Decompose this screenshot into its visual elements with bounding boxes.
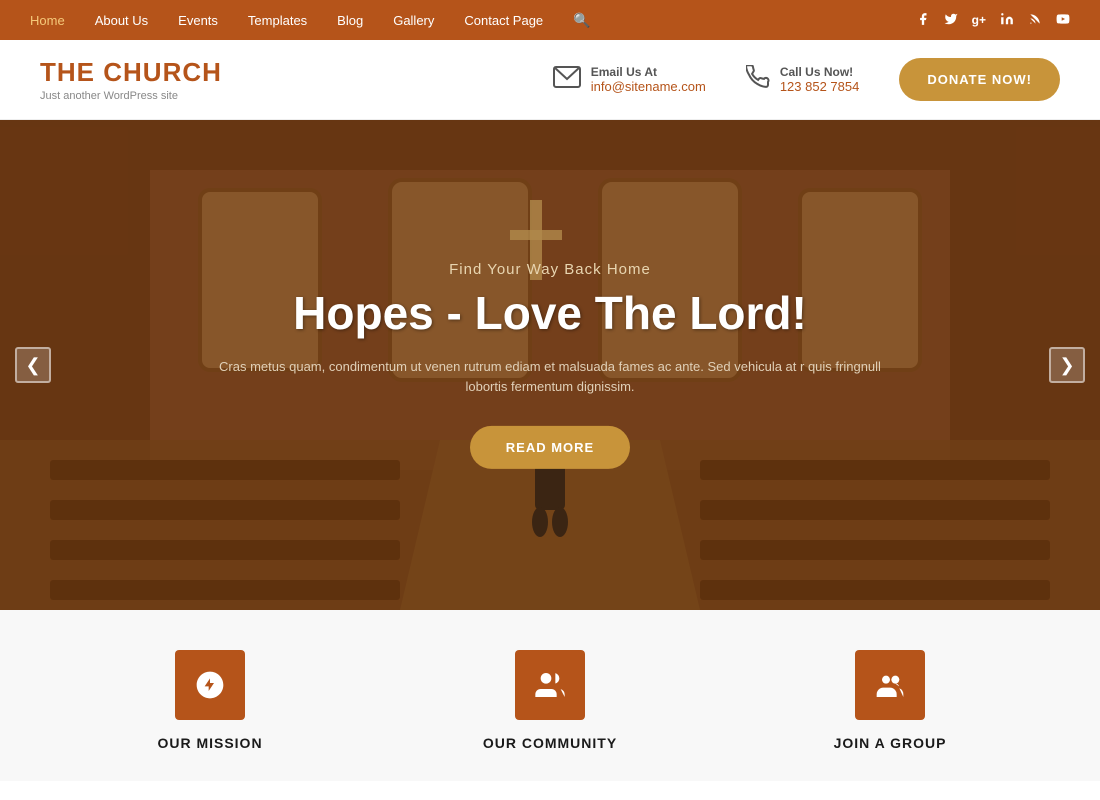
facebook-icon[interactable] <box>916 12 930 29</box>
email-icon <box>553 66 581 94</box>
nav-blog[interactable]: Blog <box>337 13 363 28</box>
read-more-button[interactable]: READ MORE <box>470 426 630 469</box>
nav-gallery[interactable]: Gallery <box>393 13 434 28</box>
nav-about[interactable]: About Us <box>95 13 148 28</box>
community-icon-box <box>515 650 585 720</box>
hero-next-arrow[interactable]: ❯ <box>1049 347 1085 383</box>
nav-links: Home About Us Events Templates Blog Gall… <box>30 12 591 29</box>
googleplus-icon[interactable]: g+ <box>972 13 986 27</box>
rss-icon[interactable] <box>1028 12 1042 29</box>
donate-button[interactable]: DONATE NOW! <box>899 58 1060 101</box>
group-icon <box>874 669 906 701</box>
site-header: THE CHURCH Just another WordPress site E… <box>0 40 1100 120</box>
hero-description: Cras metus quam, condimentum ut venen ru… <box>200 357 900 399</box>
feature-cards: OUR MISSION OUR COMMUNITY JOIN A GROUP <box>0 610 1100 781</box>
email-contact: Email Us At info@sitename.com <box>553 65 706 94</box>
email-info: Email Us At info@sitename.com <box>591 65 706 94</box>
hero-title: Hopes - Love The Lord! <box>200 288 900 339</box>
header-contact: Email Us At info@sitename.com Call Us No… <box>553 58 1060 101</box>
twitter-icon[interactable] <box>944 12 958 29</box>
group-title: JOIN A GROUP <box>834 735 947 751</box>
community-title: OUR COMMUNITY <box>483 735 617 751</box>
phone-contact: Call Us Now! 123 852 7854 <box>746 65 860 95</box>
nav-events[interactable]: Events <box>178 13 218 28</box>
nav-templates[interactable]: Templates <box>248 13 307 28</box>
nav-contact[interactable]: Contact Page <box>464 13 543 28</box>
logo-subtitle: Just another WordPress site <box>40 90 222 102</box>
hero-content: Find Your Way Back Home Hopes - Love The… <box>200 261 900 469</box>
hero-section: Find Your Way Back Home Hopes - Love The… <box>0 120 1100 610</box>
mission-icon-box <box>175 650 245 720</box>
mission-card: OUR MISSION <box>40 640 380 761</box>
phone-value: 123 852 7854 <box>780 79 860 94</box>
group-card: JOIN A GROUP <box>720 640 1060 761</box>
email-label: Email Us At <box>591 65 706 79</box>
social-icons: g+ <box>916 12 1070 29</box>
search-icon[interactable]: 🔍 <box>573 12 590 29</box>
community-icon <box>534 669 566 701</box>
email-value: info@sitename.com <box>591 79 706 94</box>
logo-church: CHURCH <box>103 57 222 87</box>
youtube-icon[interactable] <box>1056 12 1070 29</box>
logo-area: THE CHURCH Just another WordPress site <box>40 57 222 102</box>
nav-home[interactable]: Home <box>30 13 65 28</box>
top-navigation: Home About Us Events Templates Blog Gall… <box>0 0 1100 40</box>
hero-subtitle: Find Your Way Back Home <box>200 261 900 278</box>
phone-icon <box>746 65 770 95</box>
leaf-icon <box>194 669 226 701</box>
logo-the: THE <box>40 57 103 87</box>
chevron-left-icon: ❮ <box>25 355 40 376</box>
hero-prev-arrow[interactable]: ❮ <box>15 347 51 383</box>
logo-text: THE CHURCH <box>40 57 222 88</box>
linkedin-icon[interactable] <box>1000 12 1014 29</box>
mission-title: OUR MISSION <box>157 735 262 751</box>
phone-info: Call Us Now! 123 852 7854 <box>780 65 860 94</box>
chevron-right-icon: ❯ <box>1059 355 1074 376</box>
group-icon-box <box>855 650 925 720</box>
phone-label: Call Us Now! <box>780 65 860 79</box>
community-card: OUR COMMUNITY <box>380 640 720 761</box>
